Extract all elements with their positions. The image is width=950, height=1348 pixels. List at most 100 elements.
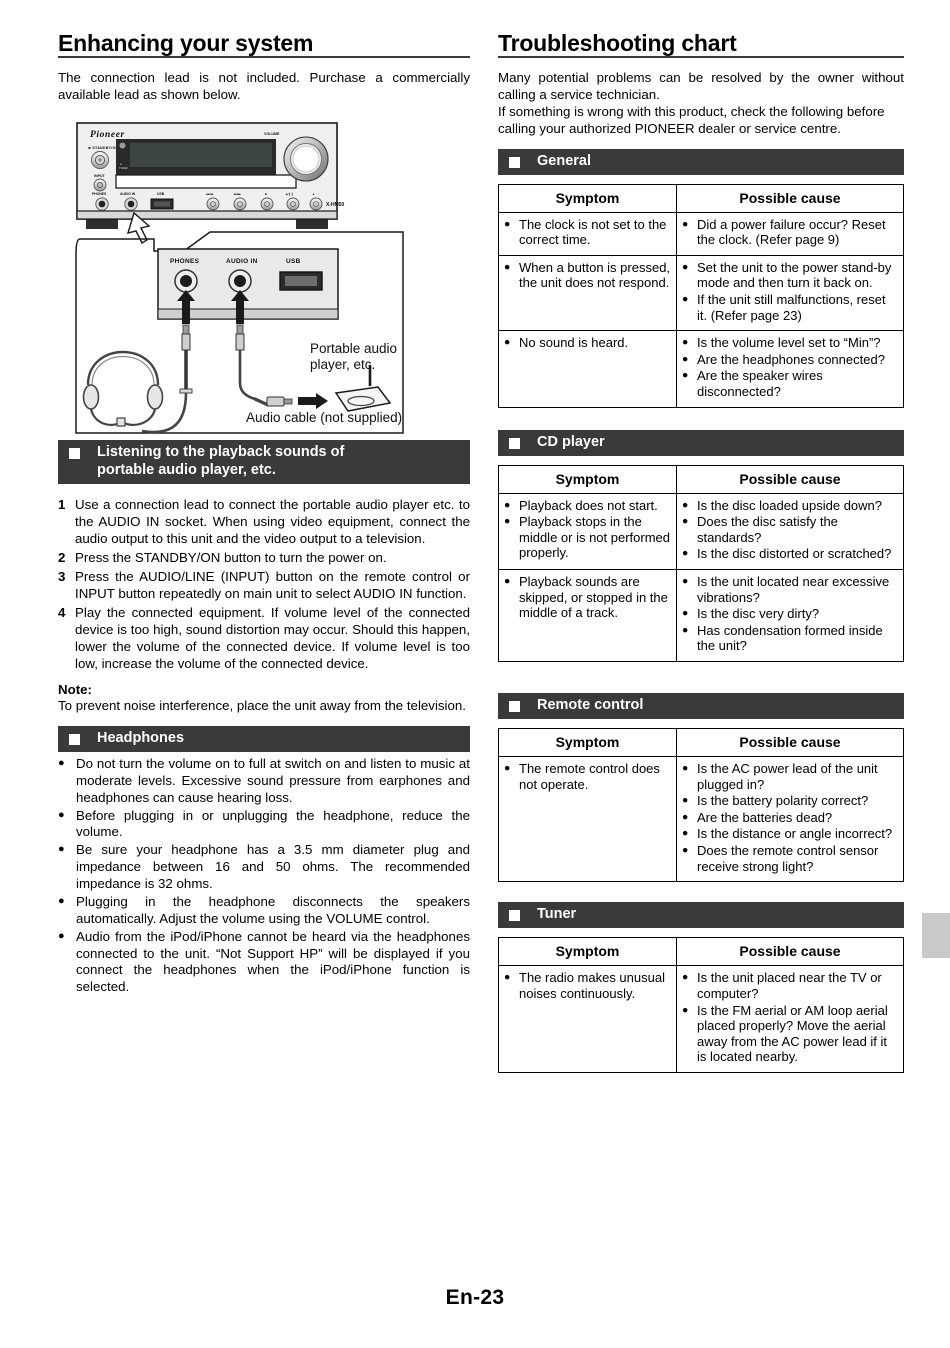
list-item: ● Plugging in the headphone disconnects … [58, 894, 470, 928]
caption-portable-player-line2: player, etc. [310, 357, 375, 372]
section-square-icon [69, 448, 80, 460]
caption-audio-cable: Audio cable (not supplied) [246, 410, 402, 425]
manual-page: Enhancing your system The connection lea… [0, 0, 950, 1348]
bullet-icon: ● [504, 498, 511, 511]
list-item: ● Is the disc distorted or scratched? [682, 546, 898, 562]
column-header-symptom: Symptom [498, 464, 677, 494]
list-item: ● Is the unit located near excessive vibr… [682, 574, 898, 605]
list-item: ● Is the unit placed near the TV or compu… [682, 970, 898, 1001]
bullet-icon: ● [504, 575, 511, 588]
section-bar-tuner-label: Tuner [537, 906, 577, 923]
list-item: ● Do not turn the volume on to full at s… [58, 756, 470, 807]
bullet-icon: ● [504, 336, 511, 349]
section-bar-general-label: General [537, 152, 591, 169]
cause-cell: ● Is the unit located near excessive vibr… [676, 569, 904, 662]
section-bar-tuner: Tuner [498, 902, 904, 929]
symptom-cell: ● When a button is pressed, the unit does… [498, 254, 677, 332]
page-title-enhancing: Enhancing your system [58, 30, 470, 59]
list-item-text: If the unit still malfunctions, reset it… [697, 291, 886, 323]
list-item-text: Does the remote control sensor receive s… [697, 843, 879, 874]
bullet-icon: ● [504, 971, 511, 984]
bullet-icon: ● [682, 352, 689, 365]
bullet-icon: ● [504, 217, 511, 230]
table-header-row: Symptom Possible cause [498, 728, 904, 758]
section-square-icon [69, 733, 80, 745]
svg-text:▸▸/▸▸: ▸▸/▸▸ [233, 192, 241, 196]
svg-text:TIMER: TIMER [119, 166, 128, 170]
symptom-cell: ● Playback does not start. ● Playback stop… [498, 492, 677, 571]
list-item: ● The remote control does not operate. [504, 761, 671, 792]
svg-text:AUDIO IN: AUDIO IN [120, 192, 136, 196]
step-number: 1 [58, 496, 66, 512]
section-bar-cd-player: CD player [498, 429, 904, 456]
svg-text:■: ■ [265, 192, 267, 196]
bullet-icon: ● [58, 843, 65, 856]
intro-paragraph-right-1: Many potential problems can be resolved … [498, 70, 904, 103]
step-text: Press the STANDBY/ON button to turn the … [75, 549, 387, 565]
table-header-row: Symptom Possible cause [498, 464, 904, 494]
svg-text:▲: ▲ [312, 192, 315, 196]
section-bar-headphones-label: Headphones [97, 729, 185, 746]
table-row: ● When a button is pressed, the unit does… [498, 254, 904, 332]
bullet-icon: ● [504, 762, 511, 775]
list-item: ● Has condensation formed inside the unit… [682, 623, 898, 654]
caption-portable-player-line1: Portable audio [310, 341, 397, 356]
column-header-cause: Possible cause [676, 728, 904, 758]
list-item: ● Are the speaker wires disconnected? [682, 368, 898, 399]
section-bar-cd-player-label: CD player [537, 433, 605, 450]
list-item-text: Is the unit located near excessive vibra… [697, 574, 890, 605]
bullet-icon: ● [682, 260, 689, 273]
troubleshooting-table-general: Symptom Possible cause ● The clock is not… [498, 183, 904, 408]
symptom-cell: ● The clock is not set to the correct tim… [498, 211, 677, 256]
page-title-troubleshooting: Troubleshooting chart [498, 30, 904, 59]
cause-cell: ● Set the unit to the power stand-by mode… [676, 254, 904, 332]
list-item-text: Did a power failure occur? Reset the clo… [697, 216, 886, 248]
section-bar-listening-line1: Listening to the playback sounds of [97, 444, 345, 461]
svg-text:AUDIO IN: AUDIO IN [226, 258, 258, 265]
bullet-icon: ● [682, 547, 689, 560]
cause-cell: ● Is the AC power lead of the unit plugge… [676, 756, 904, 883]
note-text: To prevent noise interference, place the… [58, 697, 466, 713]
list-item: ● Playback does not start. [504, 498, 671, 514]
table-header-row: Symptom Possible cause [498, 937, 904, 967]
bullet-icon: ● [682, 575, 689, 588]
bullet-icon: ● [58, 894, 65, 907]
svg-text:Pioneer: Pioneer [90, 130, 125, 140]
section-bar-remote-control: Remote control [498, 693, 904, 720]
symptom-cell: ● The remote control does not operate. [498, 756, 677, 883]
list-item: ● Is the disc loaded upside down? [682, 498, 898, 514]
list-item-text: Playback stops in the middle or is not p… [519, 514, 671, 561]
list-item-text: Are the batteries dead? [697, 809, 833, 825]
list-item-text: Before plugging in or unplugging the hea… [76, 807, 470, 840]
bullet-icon: ● [682, 810, 689, 823]
list-item-text: The remote control does not operate. [519, 761, 660, 792]
svg-text:PHONES: PHONES [170, 258, 200, 265]
list-item: ● Are the batteries dead? [682, 810, 898, 826]
troubleshooting-table-cd-player: Symptom Possible cause ● Playback does no… [498, 464, 904, 662]
section-square-icon [509, 910, 520, 922]
column-header-symptom: Symptom [498, 183, 677, 213]
list-item-text: Is the disc loaded upside down? [697, 497, 883, 513]
symptom-cell: ● No sound is heard. [498, 330, 677, 408]
note-label: Note: [58, 681, 92, 697]
bullet-icon: ● [58, 756, 65, 769]
step-text: Press the AUDIO/LINE (INPUT) button on t… [75, 568, 470, 601]
bullet-icon: ● [682, 498, 689, 511]
section-square-icon [509, 156, 520, 168]
bullet-icon: ● [682, 827, 689, 840]
cause-cell: ● Did a power failure occur? Reset the cl… [676, 211, 904, 256]
step-number: 2 [58, 549, 66, 565]
right-column: Troubleshooting chart Many potential pro… [498, 30, 904, 1073]
svg-text:▸/❙❙: ▸/❙❙ [285, 192, 293, 196]
list-item: ● When a button is pressed, the unit does… [504, 260, 671, 291]
table-row: ● The clock is not set to the correct tim… [498, 211, 904, 256]
column-header-symptom: Symptom [498, 937, 677, 967]
intro-paragraph-left: The connection lead is not included. Pur… [58, 70, 470, 103]
list-item-text: Is the distance or angle incorrect? [697, 826, 893, 842]
bullet-icon: ● [682, 762, 689, 775]
connection-diagram: Pioneer ⎈ STANDBY/ON INPUT ● TIMER VOLUM… [58, 109, 470, 441]
bullet-icon: ● [58, 808, 65, 821]
left-column: Enhancing your system The connection lea… [58, 30, 470, 997]
list-item: ● If the unit still malfunctions, reset i… [682, 292, 898, 323]
bullet-icon: ● [682, 292, 689, 305]
